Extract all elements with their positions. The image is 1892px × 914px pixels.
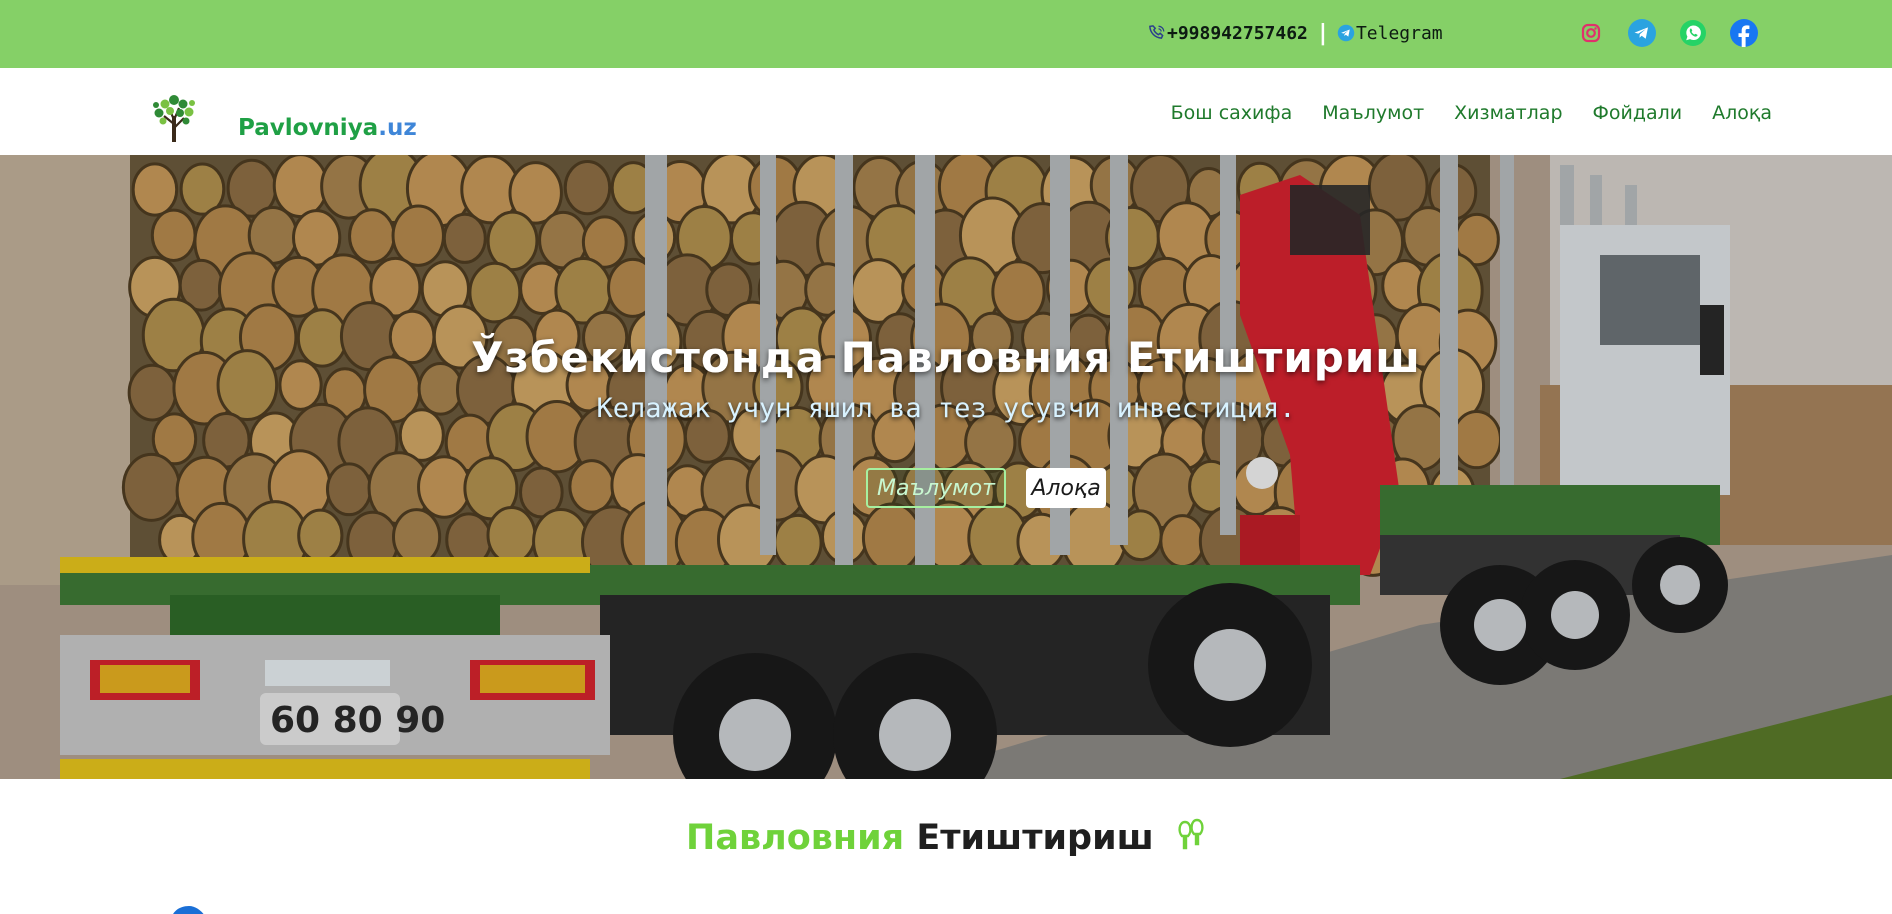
brand-name[interactable]: Pavlovniya.uz <box>238 115 417 141</box>
brand-main: Pavlovniya <box>238 115 379 141</box>
phone-icon <box>1148 24 1166 42</box>
cloud-icon <box>165 902 213 914</box>
log-truck-photo: 60 80 90 <box>0 155 1892 779</box>
contact-button[interactable]: Алоқа <box>1026 468 1106 508</box>
info-button[interactable]: Маълумот <box>866 468 1006 508</box>
hero-banner: 60 80 90 Ўзбекистонда Павловния Етиштири… <box>0 155 1892 779</box>
section-heading: Павловния Етиштириш <box>0 818 1892 858</box>
nav-link-contact[interactable]: Алоқа <box>1712 102 1772 124</box>
nav-link-home[interactable]: Бош сахифа <box>1171 102 1293 124</box>
heading-green: Павловния <box>686 818 905 858</box>
nav-link-useful[interactable]: Фойдали <box>1593 102 1683 124</box>
top-bar: +998942757462 | Telegram <box>0 0 1892 68</box>
instagram-icon[interactable] <box>1576 18 1606 48</box>
telegram-icon <box>1337 24 1355 42</box>
facebook-icon[interactable] <box>1729 18 1759 48</box>
phone-link[interactable]: +998942757462 <box>1167 23 1308 44</box>
brand-suffix: .uz <box>378 115 417 141</box>
main-nav: Бош сахифа Маълумот Хизматлар Фойдали Ал… <box>1171 102 1772 124</box>
navbar: Pavlovniya.uz Бош сахифа Маълумот Хизмат… <box>0 68 1892 155</box>
tree-logo-icon[interactable] <box>150 90 198 144</box>
trees-icon <box>1176 818 1206 852</box>
telegram-icon[interactable] <box>1627 18 1657 48</box>
contact-info: +998942757462 | Telegram <box>1148 18 1443 48</box>
hero-subtitle: Келажак учун яшил ва тез усувчи инвестиц… <box>596 393 1296 424</box>
whatsapp-icon[interactable] <box>1678 18 1708 48</box>
social-links <box>1576 18 1759 48</box>
nav-link-services[interactable]: Хизматлар <box>1454 102 1562 124</box>
contact-divider: | <box>1318 20 1327 46</box>
hero-buttons: Маълумот Алоқа <box>0 468 1892 508</box>
heading-dark: Етиштириш <box>916 818 1154 858</box>
nav-link-info[interactable]: Маълумот <box>1322 102 1424 124</box>
telegram-link[interactable]: Telegram <box>1356 23 1443 44</box>
hero-title: Ўзбекистонда Павловния Етиштириш <box>471 333 1421 382</box>
